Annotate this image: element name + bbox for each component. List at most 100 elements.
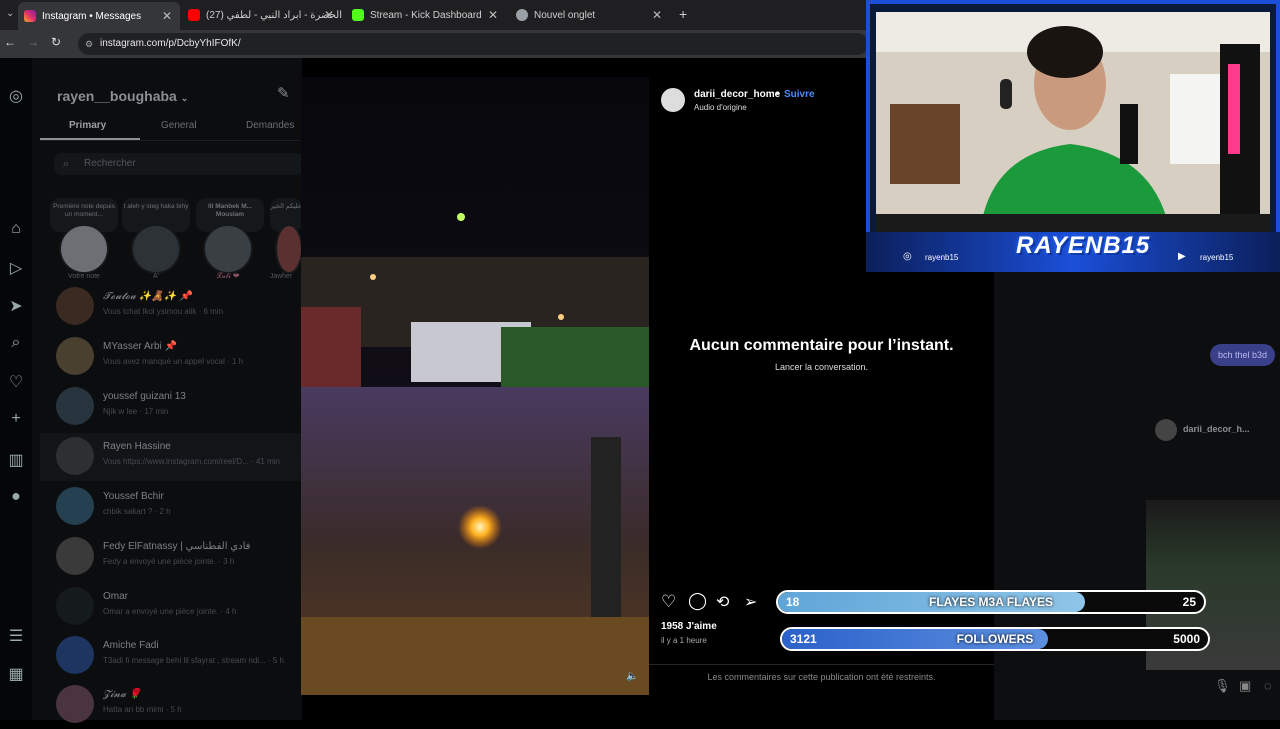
list-item[interactable]: Amiche Fadi T3adi fi message behi lil sf… — [56, 632, 301, 680]
reel-video[interactable]: 🔈 — [301, 77, 649, 695]
tab-new-tab[interactable]: Nouvel onglet ✕ — [510, 4, 670, 26]
audio-link[interactable]: Audio d'origine — [694, 103, 747, 112]
reels-icon[interactable]: ▷ — [7, 258, 25, 278]
goal-max: 25 — [1182, 595, 1196, 609]
comment-icon[interactable]: ◯ — [688, 591, 707, 611]
avatar[interactable] — [203, 224, 253, 274]
avatar[interactable] — [59, 224, 109, 274]
tab-primary[interactable]: Primary — [69, 120, 106, 131]
avatar — [56, 636, 94, 674]
share-send-icon[interactable]: ➢ — [744, 592, 757, 612]
conversation-name: 𝓩𝓲𝓷𝓪 🌹 — [103, 689, 142, 700]
conversation-preview: Njik w lee · 17 min — [103, 407, 169, 416]
goal-current: 18 — [786, 595, 800, 609]
divider — [649, 664, 994, 665]
menu-icon[interactable]: ☰ — [7, 626, 25, 646]
image-icon[interactable]: ▣ — [1239, 678, 1251, 694]
instagram-nav-rail: ◎ ⌂ ▷ ➤ ⌕ ♡ + ▥ ● ☰ ▦ — [0, 58, 32, 720]
list-item[interactable]: Omar Omar a envoyé une pièce jointe. · 4… — [56, 583, 301, 631]
create-plus-icon[interactable]: + — [7, 410, 25, 428]
list-item[interactable]: Rayen Hassine Vous https://www.instagram… — [56, 433, 301, 481]
story-name: A' — [152, 273, 159, 280]
profile-avatar-icon[interactable]: ● — [7, 488, 25, 506]
tab-list-chevron-icon[interactable]: ⌄ — [6, 8, 14, 19]
home-icon[interactable]: ⌂ — [7, 220, 25, 238]
avatar — [56, 537, 94, 575]
conversation-name: Youssef Bchir — [103, 491, 164, 502]
goal-max: 5000 — [1173, 632, 1200, 646]
conversation-preview: Vous avez manqué un appel vocal · 1 h — [103, 357, 244, 366]
tab-title: Nouvel onglet — [534, 9, 596, 21]
url-field[interactable]: ⚙ instagram.com/p/DcbyYhIFOfK/ — [78, 33, 868, 55]
kick-favicon-icon — [352, 9, 364, 21]
conversation-name: Rayen Hassine — [103, 441, 171, 452]
apps-grid-icon[interactable]: ▦ — [7, 664, 25, 684]
list-item[interactable]: MYasser Arbi 📌 Vous avez manqué un appel… — [56, 333, 301, 381]
notifications-heart-icon[interactable]: ♡ — [7, 372, 25, 392]
post-author[interactable]: darii_decor_home — [694, 89, 780, 100]
compose-message-icon[interactable]: ✎ — [277, 84, 290, 102]
list-item[interactable]: Youssef Bchir chbik sakart ? · 2 h — [56, 483, 301, 531]
author-avatar[interactable] — [661, 88, 685, 112]
instagram-logo-icon[interactable]: ◎ — [7, 86, 25, 106]
goal-label: FLAYES M3A FLAYES — [928, 595, 1054, 609]
tab-kick-dashboard[interactable]: Stream - Kick Dashboard ✕ — [346, 4, 506, 26]
youtube-icon: ▶ — [1178, 251, 1186, 262]
comments-restricted-notice: Les commentaires sur cette publication o… — [707, 672, 936, 682]
search-icon[interactable]: ⌕ — [7, 334, 25, 352]
tab-general[interactable]: General — [161, 120, 197, 131]
back-icon[interactable]: ← — [4, 35, 16, 49]
youtube-handle: rayenb15 — [1200, 253, 1234, 262]
close-tab-icon[interactable]: ✕ — [488, 8, 498, 22]
microphone-icon[interactable]: 🎙 — [1214, 678, 1231, 694]
search-input[interactable]: ⌕ Rechercher — [54, 153, 304, 175]
repost-icon[interactable]: ⟲ — [716, 592, 729, 612]
conversation-name: MYasser Arbi 📌 — [103, 341, 177, 352]
instagram-handle: rayenb15 — [925, 253, 959, 262]
follow-button[interactable]: Suivre — [784, 89, 815, 100]
close-tab-icon[interactable]: ✕ — [652, 8, 662, 22]
list-item[interactable]: youssef guizani 13 Njik w lee · 17 min — [56, 383, 301, 431]
avatar[interactable] — [275, 224, 303, 274]
goal-bar-followers: FOLLOWERS 3121 5000 — [780, 627, 1210, 651]
search-placeholder: Rechercher — [84, 158, 136, 169]
sent-message-bubble[interactable]: bch thel b3d — [1210, 344, 1276, 366]
conversation-name: Amiche Fadi — [103, 640, 159, 651]
like-heart-icon[interactable]: ♡ — [661, 592, 676, 612]
chrome-favicon-icon — [516, 9, 528, 21]
goal-current: 3121 — [790, 632, 817, 646]
sticker-icon[interactable]: ◌ — [1264, 678, 1272, 693]
shared-post-author[interactable]: darii_decor_h... — [1183, 424, 1250, 434]
concert-crowd-image — [301, 77, 649, 695]
tab-divider — [40, 140, 302, 141]
webcam-feed — [876, 12, 1270, 232]
story-name: Jawher — [269, 273, 293, 280]
youtube-favicon-icon — [188, 9, 200, 21]
messages-icon[interactable]: ➤ — [7, 296, 25, 316]
conversation-name: 𝓣𝓸𝓾𝓽𝓸𝓾 ✨🧸✨ 📌 — [103, 291, 192, 302]
conversation-name: Fedy ElFatnassy | فادي الفطناسي — [103, 541, 251, 552]
list-item[interactable]: 𝓩𝓲𝓷𝓪 🌹 Hatta an bb mimi · 5 h — [56, 681, 301, 729]
tab-instagram-messages[interactable]: Instagram • Messages ✕ — [18, 2, 180, 30]
new-tab-button[interactable]: + — [679, 6, 687, 22]
avatar — [56, 287, 94, 325]
close-tab-icon[interactable]: ✕ — [324, 8, 334, 22]
tab-youtube[interactable]: (27) الحضرة - ابراد النبي - لطفي ✕ — [182, 4, 342, 26]
search-icon: ⌕ — [63, 158, 70, 170]
close-tab-icon[interactable]: ✕ — [162, 9, 172, 23]
list-item[interactable]: 𝓣𝓸𝓾𝓽𝓸𝓾 ✨🧸✨ 📌 Vous tchat lkol ysimou alik… — [56, 283, 301, 331]
site-info-icon[interactable]: ⚙ — [85, 33, 93, 55]
mute-icon[interactable]: 🔈 — [626, 671, 638, 682]
avatar[interactable] — [131, 224, 181, 274]
chevron-down-icon: ⌄ — [180, 93, 189, 103]
dashboard-icon[interactable]: ▥ — [7, 450, 25, 470]
forward-icon[interactable]: → — [27, 35, 39, 49]
no-comments-title: Aucun commentaire pour l’instant. — [689, 337, 954, 354]
list-item[interactable]: Fedy ElFatnassy | فادي الفطناسي Fedy a e… — [56, 533, 301, 581]
account-username[interactable]: rayen__boughaba ⌄ — [57, 88, 188, 104]
story-name: Votre note — [68, 273, 100, 280]
like-count[interactable]: 1958 J'aime — [661, 621, 717, 632]
reload-icon[interactable]: ↻ — [51, 35, 61, 49]
tab-requests[interactable]: Demandes — [246, 120, 294, 131]
conversation-preview: Vous https://www.instagram.com/reel/D...… — [103, 457, 280, 466]
